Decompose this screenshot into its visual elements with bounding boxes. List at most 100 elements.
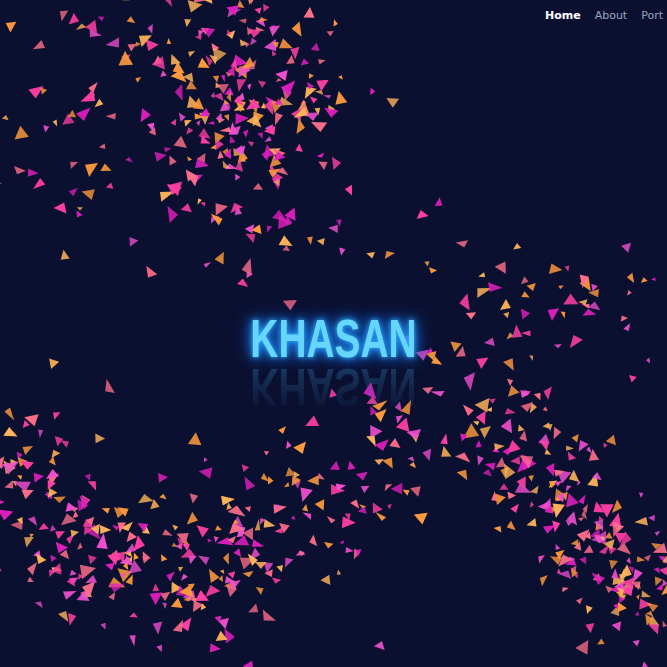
particle xyxy=(621,569,627,576)
particle xyxy=(228,506,246,517)
particle xyxy=(108,552,120,565)
particle xyxy=(544,387,552,401)
particle xyxy=(430,391,444,397)
particle xyxy=(557,568,561,573)
particle xyxy=(181,574,188,581)
particle xyxy=(53,497,66,503)
particle xyxy=(435,197,443,206)
particle xyxy=(265,0,273,1)
particle xyxy=(605,586,613,594)
particle xyxy=(171,119,177,126)
particle xyxy=(484,338,495,346)
particle xyxy=(154,152,166,162)
particle xyxy=(237,279,248,288)
particle xyxy=(17,475,22,480)
particle xyxy=(174,136,187,148)
particle xyxy=(205,585,220,597)
particle xyxy=(215,616,222,623)
particle xyxy=(501,419,512,434)
particle xyxy=(370,88,375,95)
particle xyxy=(633,640,640,647)
particle xyxy=(577,480,581,486)
particle xyxy=(15,126,29,140)
particle xyxy=(209,569,219,583)
particle xyxy=(291,47,300,60)
particle xyxy=(86,517,94,526)
particle xyxy=(324,542,333,549)
particle xyxy=(73,511,79,518)
nav-bar: Home About Port xyxy=(0,0,667,33)
particle xyxy=(208,538,213,542)
particle xyxy=(549,481,557,489)
particle xyxy=(320,575,330,585)
particle xyxy=(88,481,97,491)
nav-item[interactable]: Home xyxy=(545,9,581,33)
particle xyxy=(488,282,502,292)
particle xyxy=(198,198,202,205)
particle xyxy=(529,355,533,361)
nav-item[interactable]: Port xyxy=(641,9,663,33)
particle xyxy=(248,554,258,566)
particle xyxy=(76,23,87,30)
particle xyxy=(161,554,167,561)
particle xyxy=(35,601,43,608)
particle xyxy=(651,277,656,281)
particle xyxy=(88,555,97,565)
particle xyxy=(36,554,46,564)
particle xyxy=(85,20,97,33)
particle xyxy=(214,536,219,542)
particle xyxy=(189,556,197,565)
particle xyxy=(578,495,586,505)
particle xyxy=(456,346,466,357)
particle xyxy=(618,602,627,612)
particle xyxy=(167,182,182,196)
particle xyxy=(557,493,565,503)
particle xyxy=(489,399,496,404)
particle xyxy=(356,472,368,481)
particle xyxy=(317,238,325,245)
particle xyxy=(179,113,186,122)
particle xyxy=(417,210,429,219)
particle xyxy=(100,525,111,534)
hero: KHASANKHASAN xyxy=(0,33,667,667)
particle xyxy=(521,276,529,284)
particle xyxy=(194,0,206,3)
particle xyxy=(167,206,178,223)
particle xyxy=(200,202,205,206)
particle xyxy=(476,358,488,369)
particle xyxy=(274,179,280,186)
particle xyxy=(534,393,541,400)
particle xyxy=(77,543,83,550)
particle xyxy=(48,480,56,490)
particle xyxy=(249,28,261,38)
particle xyxy=(234,548,242,557)
particle xyxy=(178,567,183,572)
particle xyxy=(540,575,548,586)
particle xyxy=(186,127,193,134)
particle xyxy=(268,169,280,178)
particle xyxy=(627,290,632,296)
particle xyxy=(478,272,485,277)
particle xyxy=(33,178,45,189)
particle xyxy=(171,598,183,608)
particle xyxy=(272,577,281,583)
particle xyxy=(82,189,95,200)
particle xyxy=(278,426,286,434)
nav-item[interactable]: About xyxy=(595,9,628,33)
particle xyxy=(496,457,506,468)
particle xyxy=(569,470,579,482)
particle xyxy=(620,584,626,589)
particle xyxy=(408,456,415,461)
particle xyxy=(50,525,56,532)
particle xyxy=(161,0,172,7)
particle xyxy=(642,661,648,667)
particle xyxy=(60,10,68,21)
particle xyxy=(305,416,319,426)
particle xyxy=(109,592,116,600)
particle xyxy=(662,553,667,563)
particle xyxy=(245,234,255,243)
particle xyxy=(183,73,194,83)
particle xyxy=(334,19,338,26)
particle xyxy=(292,475,302,486)
particle xyxy=(274,151,286,161)
